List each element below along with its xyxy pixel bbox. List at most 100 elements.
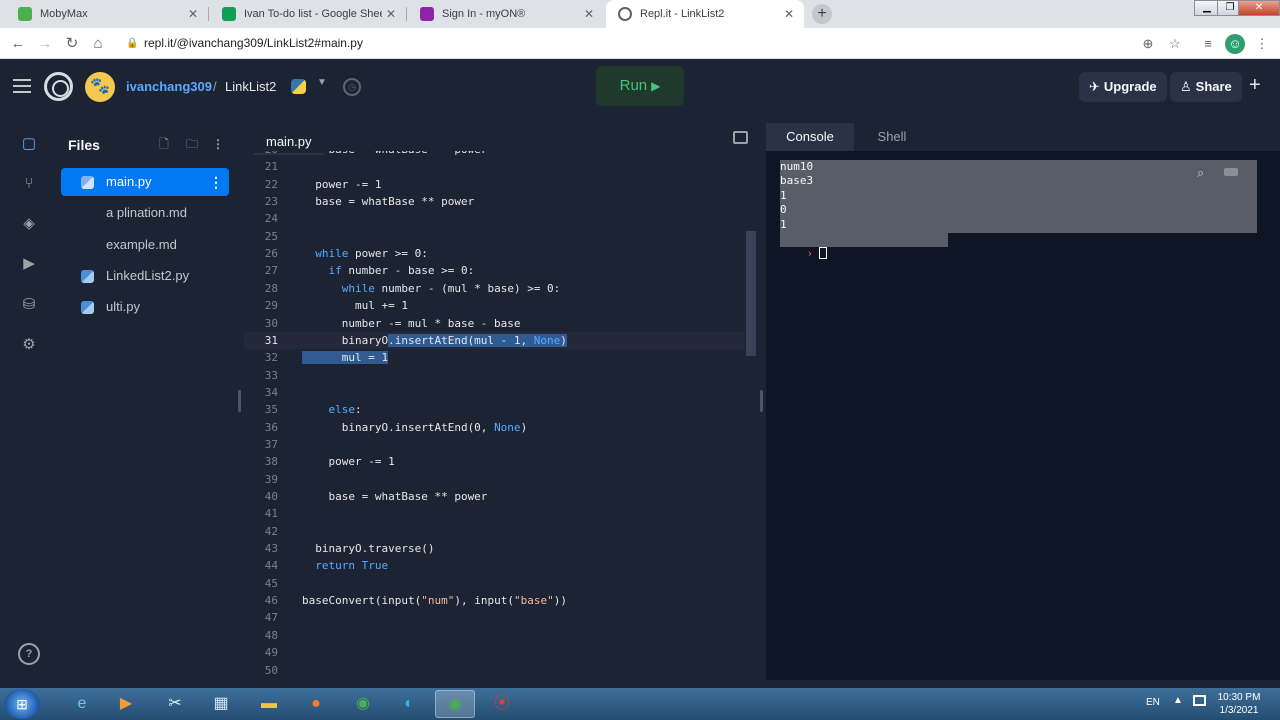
version-control-icon[interactable]: ⑂: [18, 173, 40, 195]
control-panel-icon[interactable]: ▦: [201, 690, 241, 718]
browser-tab-google-sheets[interactable]: Ivan To-do list - Google Sheets ✕: [210, 0, 406, 28]
code-line[interactable]: 20 base = whatBase ** power: [244, 151, 744, 158]
code-line[interactable]: 38 power -= 1: [244, 453, 744, 470]
code-line[interactable]: 36 binaryO.insertAtEnd(0, None): [244, 419, 744, 436]
browser-tab-myon[interactable]: Sign In - myON® ✕: [408, 0, 604, 28]
clock[interactable]: 10:30 PM 1/3/2021: [1214, 691, 1264, 717]
code-line[interactable]: 30 number -= mul * base - base: [244, 315, 744, 332]
add-folder-icon[interactable]: 🗀: [184, 136, 200, 152]
resize-handle[interactable]: [238, 390, 241, 412]
browser-menu-icon[interactable]: ⋮: [1252, 34, 1272, 54]
browser-tab-replit[interactable]: Repl.it - LinkList2 ✕: [606, 0, 804, 28]
username-link[interactable]: ivanchang309: [126, 79, 212, 94]
repl-name[interactable]: LinkList2: [225, 79, 276, 94]
resize-handle[interactable]: [760, 390, 763, 412]
code-line[interactable]: 39: [244, 471, 744, 488]
snipping-tool-icon[interactable]: ✂: [155, 690, 195, 718]
settings-gear-icon[interactable]: ⚙: [18, 334, 40, 356]
hamburger-menu-icon[interactable]: [13, 79, 31, 93]
search-icon[interactable]: ⌕: [1197, 165, 1204, 181]
code-line[interactable]: 22 power -= 1: [244, 176, 744, 193]
add-file-icon[interactable]: 🗋: [156, 136, 172, 152]
editor-scrollbar[interactable]: [746, 231, 756, 356]
code-line[interactable]: 43 binaryO.traverse(): [244, 540, 744, 557]
code-line[interactable]: 21: [244, 158, 744, 175]
firefox-icon[interactable]: ●: [296, 690, 336, 718]
file-explorer-icon[interactable]: ▬: [249, 690, 289, 718]
console-prompt-line[interactable]: ›: [780, 233, 828, 260]
reading-list-icon[interactable]: ≡: [1198, 34, 1218, 54]
code-line[interactable]: 33: [244, 367, 744, 384]
code-line[interactable]: 46 baseConvert(input("num"), input("base"…: [244, 592, 744, 609]
run-button[interactable]: Run ▶: [596, 66, 684, 106]
start-button[interactable]: ⊞: [4, 689, 40, 719]
file-item-main-py[interactable]: main.py ⋮: [61, 168, 229, 196]
close-window-button[interactable]: ✕: [1238, 0, 1280, 16]
file-options-icon[interactable]: ⋮: [209, 168, 223, 196]
code-line[interactable]: 47: [244, 609, 744, 626]
url-bar[interactable]: 🔒 repl.it/@ivanchang309/LinkList2#main.p…: [118, 32, 1198, 55]
upgrade-button[interactable]: ✈ Upgrade: [1079, 72, 1167, 102]
database-icon[interactable]: ⛁: [18, 294, 40, 316]
internet-explorer-icon[interactable]: e: [62, 690, 102, 718]
code-line[interactable]: 23 base = whatBase ** power: [244, 193, 744, 210]
chrome-icon[interactable]: ◉: [343, 690, 383, 718]
debugger-icon[interactable]: ▶: [18, 253, 40, 275]
code-line[interactable]: 35 else:: [244, 401, 744, 418]
code-line[interactable]: 50: [244, 662, 744, 679]
chrome-active-icon[interactable]: ◉: [435, 690, 475, 718]
code-line[interactable]: 28 while number - (mul * base) >= 0:: [244, 280, 744, 297]
close-tab-icon[interactable]: ✕: [184, 7, 202, 21]
home-icon[interactable]: ⌂: [88, 34, 108, 54]
close-tab-icon[interactable]: ✕: [382, 7, 400, 21]
close-tab-icon[interactable]: ✕: [580, 7, 598, 21]
code-line[interactable]: 29 mul += 1: [244, 297, 744, 314]
code-line[interactable]: 32 mul = 1: [244, 349, 744, 366]
code-line[interactable]: 31 binaryO.insertAtEnd(mul - 1, None): [244, 331, 744, 349]
code-line[interactable]: 24: [244, 210, 744, 227]
files-icon[interactable]: ▢: [18, 133, 40, 155]
back-arrow-icon[interactable]: ←: [8, 34, 28, 54]
tab-shell[interactable]: Shell: [858, 123, 926, 151]
plus-icon[interactable]: +: [1249, 74, 1261, 97]
forward-arrow-icon[interactable]: →: [35, 34, 55, 54]
help-icon[interactable]: ?: [18, 643, 40, 665]
code-line[interactable]: 42: [244, 523, 744, 540]
browser-tab-mobymax[interactable]: MobyMax ✕: [6, 0, 208, 28]
code-line[interactable]: 49: [244, 644, 744, 661]
profile-avatar-icon[interactable]: ☺: [1225, 34, 1245, 54]
code-line[interactable]: 44 return True: [244, 557, 744, 574]
zoom-icon[interactable]: ⊕: [1138, 34, 1158, 54]
new-tab-button[interactable]: +: [812, 4, 832, 24]
edge-icon[interactable]: ◐: [389, 690, 429, 718]
show-hidden-icons-icon[interactable]: ▲: [1173, 695, 1183, 706]
close-tab-icon[interactable]: ✕: [780, 7, 798, 21]
screen-recorder-icon[interactable]: ⦿: [482, 690, 522, 718]
chevron-down-icon[interactable]: ▼: [317, 77, 327, 88]
packages-icon[interactable]: ◈: [18, 213, 40, 235]
language-indicator[interactable]: EN: [1146, 697, 1160, 708]
network-icon[interactable]: [1193, 695, 1206, 706]
file-item-linkedlist2-py[interactable]: LinkedList2.py: [61, 262, 229, 290]
avatar[interactable]: 🐾: [85, 72, 115, 102]
code-line[interactable]: 26 while power >= 0:: [244, 245, 744, 262]
editor-layout-icon[interactable]: [733, 131, 748, 144]
code-line[interactable]: 25: [244, 228, 744, 245]
history-icon[interactable]: ◷: [343, 78, 361, 96]
file-item-example-md[interactable]: example.md: [61, 231, 229, 259]
file-item-ulti-py[interactable]: ulti.py: [61, 293, 229, 321]
code-line[interactable]: 45: [244, 575, 744, 592]
code-line[interactable]: 41: [244, 505, 744, 522]
file-item-a-plination-md[interactable]: a plination.md: [61, 199, 229, 227]
bookmark-star-icon[interactable]: ☆: [1165, 34, 1185, 54]
code-line[interactable]: 40 base = whatBase ** power: [244, 488, 744, 505]
clear-console-icon[interactable]: [1224, 168, 1238, 176]
share-button[interactable]: ♙ Share: [1170, 72, 1242, 102]
reload-icon[interactable]: ↻: [62, 34, 82, 54]
tab-console[interactable]: Console: [766, 123, 854, 151]
code-line[interactable]: 37: [244, 436, 744, 453]
code-line[interactable]: 34: [244, 384, 744, 401]
code-line[interactable]: 27 if number - base >= 0:: [244, 262, 744, 279]
replit-logo-icon[interactable]: [44, 72, 73, 101]
code-area[interactable]: 20 base = whatBase ** power 21 22 power -=…: [244, 151, 744, 680]
